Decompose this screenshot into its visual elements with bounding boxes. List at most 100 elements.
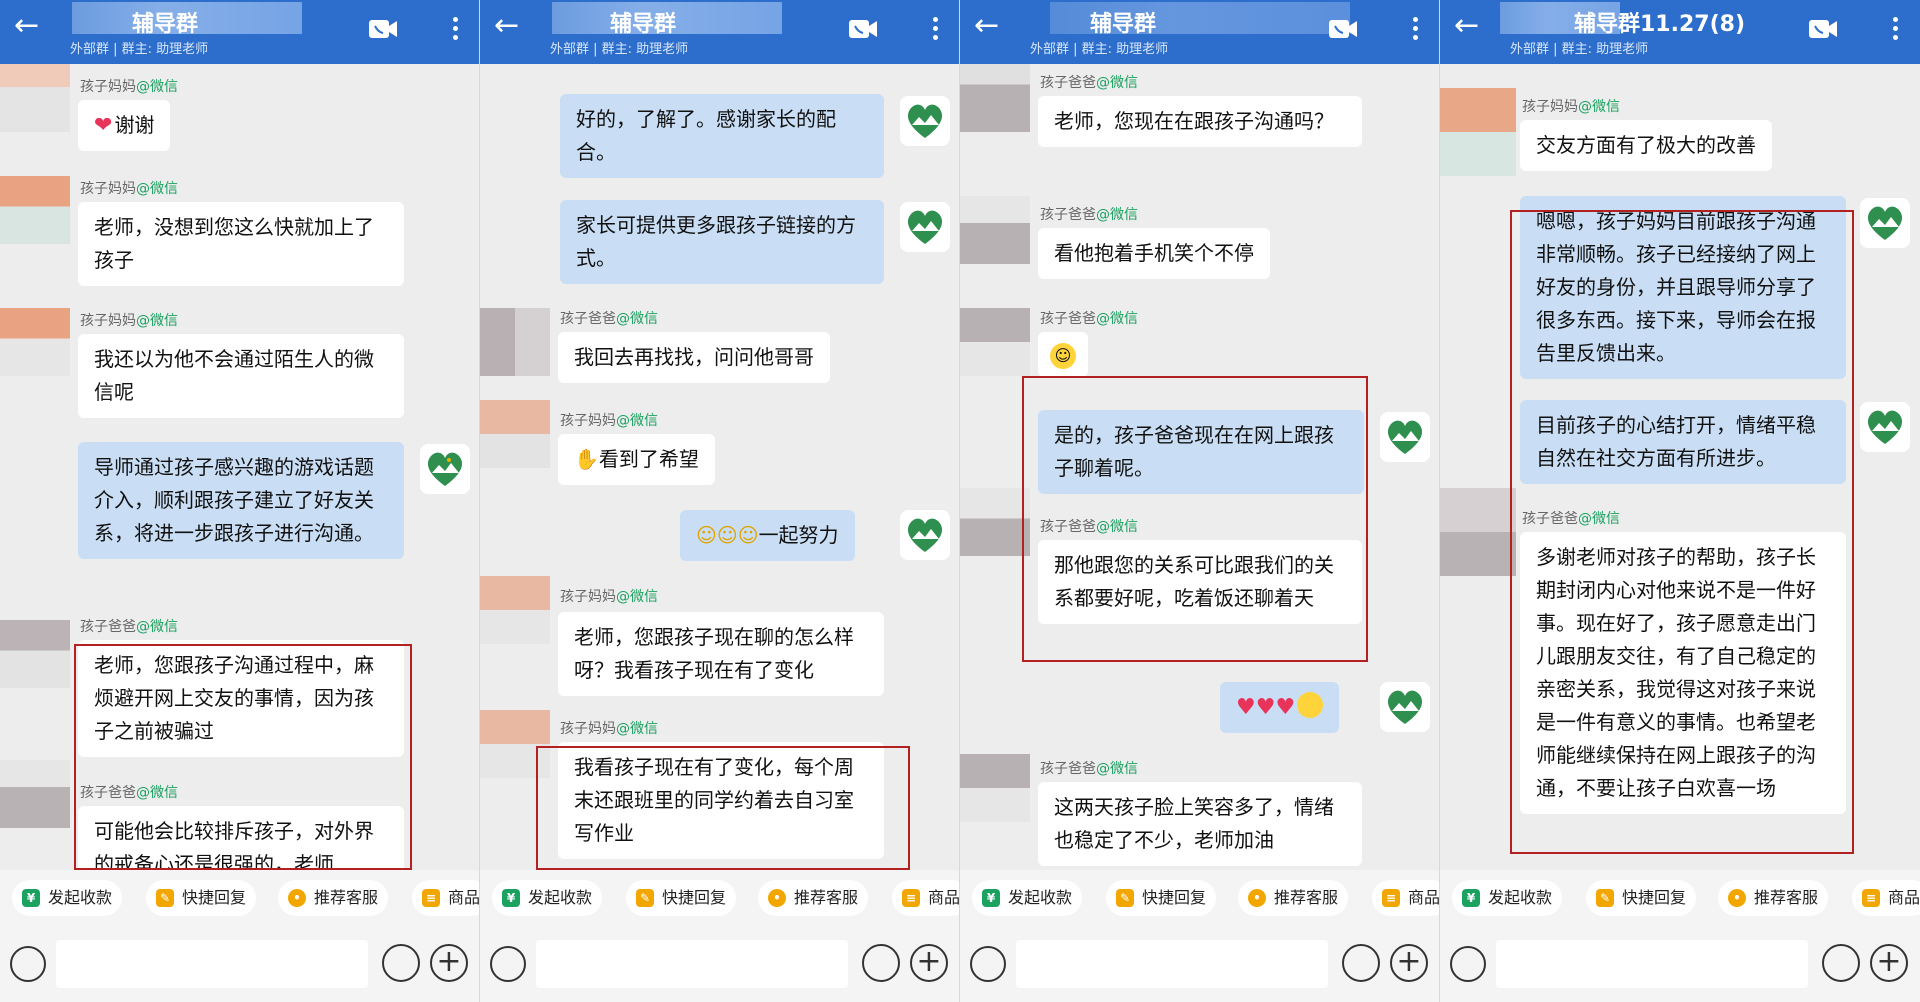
assistant-avatar: [900, 510, 950, 560]
message-input[interactable]: [56, 940, 368, 988]
heart-logo-icon: [1867, 410, 1903, 444]
video-call-icon[interactable]: [848, 18, 878, 40]
message-bubble[interactable]: 老师，没想到您这么快就加上了孩子: [78, 202, 404, 286]
message-bubble[interactable]: 我看孩子现在有了变化，每个周末还跟班里的同学约着去自习室写作业: [558, 742, 884, 859]
heart-logo-icon: [907, 210, 943, 244]
message-bubble-self[interactable]: 家长可提供更多跟孩子链接的方式。: [560, 200, 884, 284]
more-menu-icon[interactable]: [1890, 14, 1900, 44]
product-button[interactable]: ≡ 商品: [1372, 880, 1439, 916]
recommend-service-button[interactable]: • 推荐客服: [1718, 880, 1829, 916]
quick-reply-button[interactable]: ✎ 快捷回复: [146, 880, 257, 916]
group-subtitle: 外部群 | 群主: 助理老师: [550, 42, 689, 57]
message-bubble[interactable]: 那他跟您的关系可比跟我们的关系都要好呢，吃着饭还聊着天: [1038, 540, 1362, 624]
message-input[interactable]: [1496, 940, 1808, 988]
message-list[interactable]: 孩子妈妈@微信 交友方面有了极大的改善 嗯嗯，孩子妈妈目前跟孩子沟通非常顺畅。孩…: [1440, 64, 1920, 870]
message-bubble[interactable]: ✋看到了希望: [558, 434, 715, 485]
emoji-icon[interactable]: [862, 944, 900, 982]
screenshot-root: ← 辅导群 外部群 | 群主: 助理老师 孩子妈妈@微信 ❤ 谢谢 孩子妈妈@微信…: [0, 0, 1920, 1002]
recommend-service-button[interactable]: • 推荐客服: [758, 880, 869, 916]
message-bubble[interactable]: 老师，您现在在跟孩子沟通吗？: [1038, 96, 1362, 147]
more-menu-icon[interactable]: [930, 14, 940, 44]
message-bubble[interactable]: 这两天孩子脸上笑容多了，情绪也稳定了不少，老师加油: [1038, 782, 1362, 866]
plus-icon[interactable]: +: [430, 944, 468, 982]
emoji-icon[interactable]: [1342, 944, 1380, 982]
quick-action-bar: ¥ 发起收款 ✎ 快捷回复 • 推荐客服 ≡ 商品: [960, 870, 1439, 926]
back-arrow-icon[interactable]: ←: [1454, 11, 1488, 42]
message-bubble-self[interactable]: 好的，了解了。感谢家长的配合。: [560, 94, 884, 178]
message-bubble[interactable]: ☺: [1038, 332, 1088, 377]
back-arrow-icon[interactable]: ←: [14, 11, 48, 42]
emoji-icon[interactable]: [382, 944, 420, 982]
message-bubble-self[interactable]: 嗯嗯，孩子妈妈目前跟孩子沟通非常顺畅。孩子已经接纳了网上好友的身份，并且跟导师分…: [1520, 196, 1846, 379]
message-bubble[interactable]: 交友方面有了极大的改善: [1520, 120, 1772, 171]
collect-payment-button[interactable]: ¥ 发起收款: [1452, 880, 1563, 916]
product-button[interactable]: ≡ 商品: [892, 880, 959, 916]
avatar: [1440, 488, 1516, 576]
pray-emoji-icon: ✋: [574, 447, 599, 471]
plus-icon[interactable]: +: [1870, 944, 1908, 982]
message-bubble[interactable]: 老师，您跟孩子沟通过程中，麻烦避开网上交友的事情，因为孩子之前被骗过: [78, 640, 404, 757]
sender-label: 孩子妈妈@微信: [560, 589, 658, 605]
product-button[interactable]: ≡ 商品: [1852, 880, 1920, 916]
avatar: [0, 308, 70, 376]
sender-label: 孩子爸爸@微信: [1522, 511, 1620, 527]
avatar: [1440, 88, 1516, 176]
assistant-avatar: [1860, 198, 1910, 248]
more-menu-icon[interactable]: [450, 14, 460, 44]
quick-action-bar: ¥ 发起收款 ✎ 快捷回复 • 推荐客服 ≡ 商品: [1440, 870, 1920, 926]
video-call-icon[interactable]: [1808, 18, 1838, 40]
message-bubble[interactable]: 可能他会比较排斥孩子，对外界的戒备心还是很强的，老师: [78, 806, 404, 870]
voice-input-icon[interactable]: [970, 946, 1006, 982]
video-call-icon[interactable]: [368, 18, 398, 40]
message-bubble[interactable]: 看他抱着手机笑个不停: [1038, 228, 1270, 279]
message-bubble-self[interactable]: 是的，孩子爸爸现在在网上跟孩子聊着呢。: [1038, 410, 1364, 494]
input-bar: +: [480, 926, 959, 1002]
message-bubble-self[interactable]: ♥♥♥: [1220, 682, 1340, 733]
video-call-icon[interactable]: [1328, 18, 1358, 40]
quick-reply-button[interactable]: ✎ 快捷回复: [1586, 880, 1697, 916]
voice-input-icon[interactable]: [10, 946, 46, 982]
input-bar: +: [1440, 926, 1920, 1002]
collect-payment-button[interactable]: ¥ 发起收款: [972, 880, 1083, 916]
assistant-avatar: [1860, 402, 1910, 452]
message-list[interactable]: 孩子妈妈@微信 ❤ 谢谢 孩子妈妈@微信 老师，没想到您这么快就加上了孩子 孩子妈…: [0, 64, 479, 870]
quick-reply-button[interactable]: ✎ 快捷回复: [1106, 880, 1217, 916]
chat-header: ← 辅导群 外部群 | 群主: 助理老师: [960, 0, 1439, 64]
voice-input-icon[interactable]: [1450, 946, 1486, 982]
assistant-avatar: [1380, 412, 1430, 462]
message-bubble[interactable]: 我回去再找找，问问他哥哥: [558, 332, 830, 383]
message-bubble-self[interactable]: 导师通过孩子感兴趣的游戏话题介入，顺利跟孩子建立了好友关系，将进一步跟孩子进行沟…: [78, 442, 404, 559]
back-arrow-icon[interactable]: ←: [974, 11, 1008, 42]
recommend-service-button[interactable]: • 推荐客服: [278, 880, 389, 916]
message-bubble-self[interactable]: 目前孩子的心结打开，情绪平稳自然在社交方面有所进步。: [1520, 400, 1846, 484]
quick-reply-button[interactable]: ✎ 快捷回复: [626, 880, 737, 916]
message-bubble[interactable]: 老师，您跟孩子现在聊的怎么样呀？我看孩子现在有了变化: [558, 612, 884, 696]
avatar: [0, 620, 70, 688]
message-input[interactable]: [1016, 940, 1328, 988]
collect-payment-button[interactable]: ¥ 发起收款: [12, 880, 123, 916]
message-bubble[interactable]: ❤ 谢谢: [78, 100, 171, 151]
smile-emoji-icon: ☺: [1050, 343, 1076, 369]
message-list[interactable]: 好的，了解了。感谢家长的配合。 家长可提供更多跟孩子链接的方式。 孩子爸爸@微信…: [480, 64, 959, 870]
collect-payment-button[interactable]: ¥ 发起收款: [492, 880, 603, 916]
sender-label: 孩子爸爸@微信: [1040, 207, 1138, 223]
message-bubble-self[interactable]: ☺☺☺一起努力: [680, 510, 855, 561]
plus-icon[interactable]: +: [1390, 944, 1428, 982]
product-button[interactable]: ≡ 商品: [412, 880, 479, 916]
sender-label: 孩子爸爸@微信: [1040, 75, 1138, 91]
plus-icon[interactable]: +: [910, 944, 948, 982]
emoji-icon[interactable]: [1822, 944, 1860, 982]
message-bubble[interactable]: 我还以为他不会通过陌生人的微信呢: [78, 334, 404, 418]
sender-label: 孩子妈妈@微信: [80, 313, 178, 329]
voice-input-icon[interactable]: [490, 946, 526, 982]
message-input[interactable]: [536, 940, 848, 988]
more-menu-icon[interactable]: [1410, 14, 1420, 44]
message-bubble[interactable]: 多谢老师对孩子的帮助，孩子长期封闭内心对他来说不是一件好事。现在好了，孩子愿意走…: [1520, 532, 1846, 814]
back-arrow-icon[interactable]: ←: [494, 11, 528, 42]
emoji-icon: ☺☺☺: [696, 523, 759, 547]
message-list[interactable]: 孩子爸爸@微信 老师，您现在在跟孩子沟通吗？ 孩子爸爸@微信 看他抱着手机笑个不…: [960, 64, 1439, 870]
sender-label: 孩子爸爸@微信: [1040, 519, 1138, 535]
input-bar: +: [0, 926, 479, 1002]
avatar: [960, 754, 1030, 822]
recommend-service-button[interactable]: • 推荐客服: [1238, 880, 1349, 916]
